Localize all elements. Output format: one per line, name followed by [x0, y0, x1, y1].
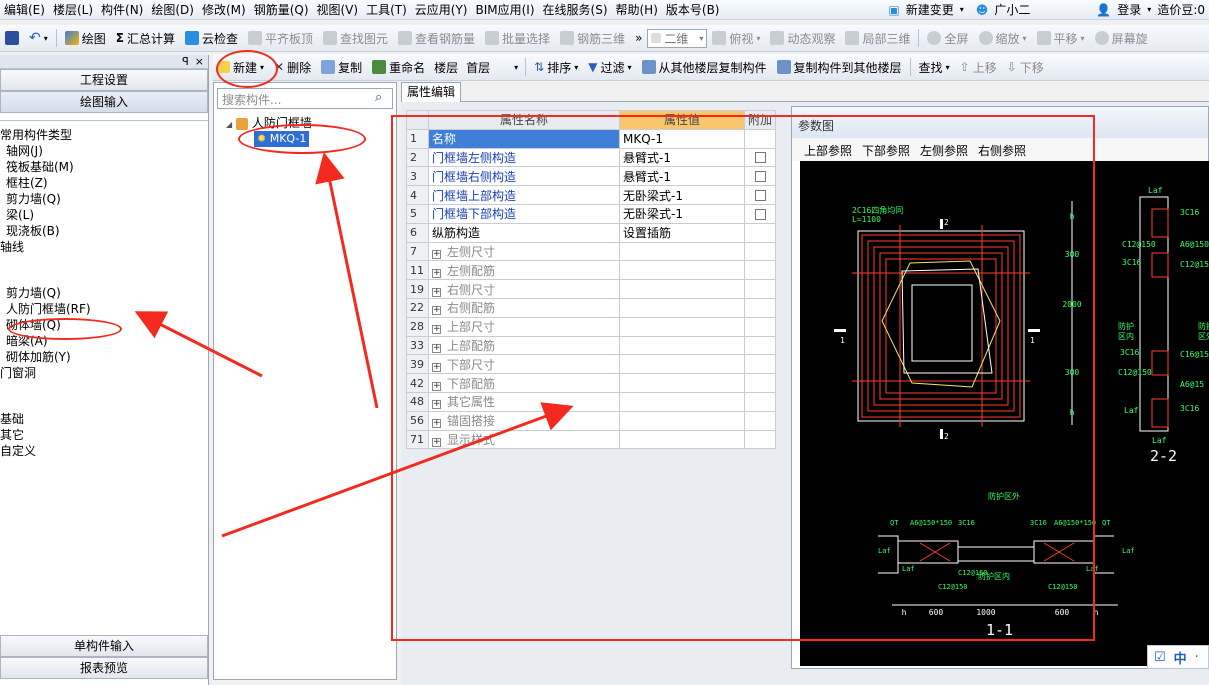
annotation-arrows — [134, 152, 574, 538]
